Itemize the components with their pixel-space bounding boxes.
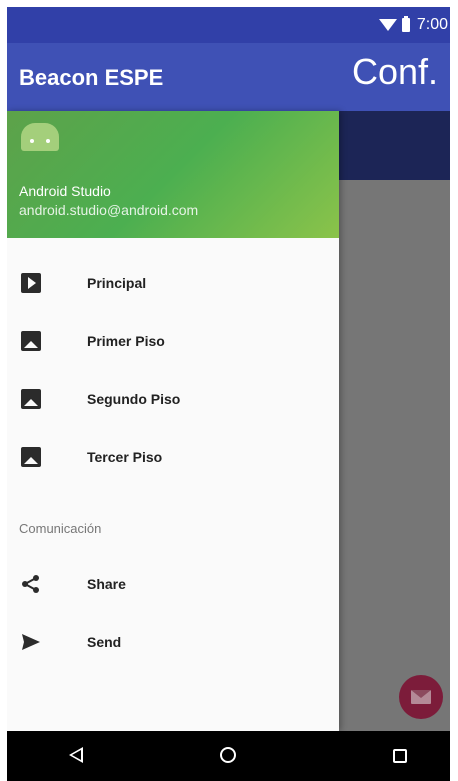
drawer-scrim[interactable]	[339, 180, 450, 731]
app-title: Beacon ESPE	[19, 65, 164, 90]
header-user-email: android.studio@android.com	[19, 202, 199, 218]
drawer-item-label: Segundo Piso	[87, 391, 181, 407]
conf-action-button[interactable]: Conf.	[352, 51, 438, 93]
app-bar: Beacon ESPE Conf.	[7, 43, 450, 111]
navigation-drawer: Android Studio android.studio@android.co…	[7, 111, 339, 731]
drawer-item-primer-piso[interactable]: Primer Piso	[7, 312, 339, 370]
wifi-icon	[378, 19, 397, 31]
android-eye-left	[30, 139, 34, 143]
photo-icon	[21, 389, 41, 409]
share-icon	[22, 575, 39, 593]
android-eye-right	[46, 139, 50, 143]
section-header-comunicacion: Comunicación	[19, 521, 102, 536]
android-avatar-icon	[21, 115, 59, 151]
play-box-icon	[21, 273, 41, 293]
drawer-item-share[interactable]: Share	[7, 555, 339, 613]
drawer-item-label: Send	[87, 634, 122, 650]
drawer-item-label: Principal	[87, 275, 147, 291]
status-icons: 7:00	[378, 16, 448, 34]
drawer-header: Android Studio android.studio@android.co…	[7, 111, 339, 238]
system-navigation-bar	[7, 731, 450, 781]
send-icon	[22, 634, 40, 650]
drawer-item-label: Tercer Piso	[87, 449, 163, 465]
drawer-item-segundo-piso[interactable]: Segundo Piso	[7, 370, 339, 428]
drawer-item-principal[interactable]: Principal	[7, 254, 339, 312]
battery-icon	[401, 16, 410, 32]
email-icon	[411, 690, 431, 704]
drawer-item-label: Primer Piso	[87, 333, 165, 349]
drawer-item-send[interactable]: Send	[7, 613, 339, 671]
status-bar: 7:00	[7, 7, 450, 43]
back-icon[interactable]	[69, 747, 83, 763]
status-time: 7:00	[416, 16, 448, 33]
app-screen: 7:00 Beacon ESPE Conf. Android Studio an…	[7, 7, 450, 781]
home-icon[interactable]	[220, 747, 236, 763]
android-head	[21, 123, 59, 151]
drawer-item-tercer-piso[interactable]: Tercer Piso	[7, 428, 339, 486]
email-fab-button[interactable]	[399, 675, 443, 719]
recent-apps-icon[interactable]	[393, 749, 407, 763]
photo-icon	[21, 447, 41, 467]
photo-icon	[21, 331, 41, 351]
header-user-name: Android Studio	[19, 183, 111, 199]
drawer-item-label: Share	[87, 576, 126, 592]
scrim-toolbar-overlay[interactable]	[339, 111, 450, 180]
